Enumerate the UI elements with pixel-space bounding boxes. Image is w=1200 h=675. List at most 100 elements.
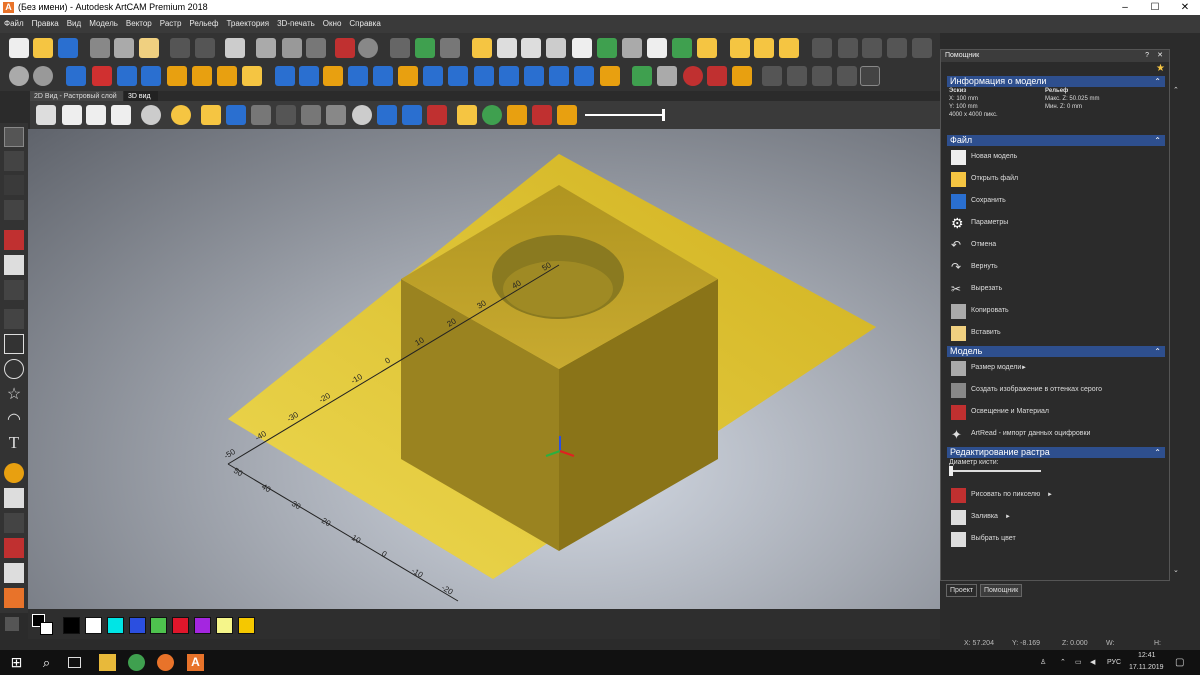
relief-view-icon[interactable] xyxy=(457,105,477,125)
fill-icon[interactable] xyxy=(390,38,410,58)
relief-tool-10-icon[interactable] xyxy=(348,66,368,86)
swatch-blue[interactable] xyxy=(129,617,146,634)
relief-tool-6-icon[interactable] xyxy=(242,66,262,86)
text-tool-icon[interactable]: T xyxy=(4,433,24,453)
eyedropper-icon[interactable] xyxy=(4,488,24,508)
panel-scrollbar[interactable]: ⌃ ⌄ xyxy=(1170,80,1182,576)
item-paste[interactable]: Вставить xyxy=(949,322,1169,344)
relief-merge-icon[interactable] xyxy=(697,38,717,58)
polyline-tool-icon[interactable] xyxy=(4,309,24,329)
brush-red-icon[interactable] xyxy=(4,538,24,558)
chrome-icon[interactable] xyxy=(128,654,145,671)
artread-icon[interactable] xyxy=(358,38,378,58)
view-top-icon[interactable] xyxy=(111,105,131,125)
grid-icon[interactable] xyxy=(306,38,326,58)
nodes-icon[interactable] xyxy=(730,38,750,58)
relief-tool-12-icon[interactable] xyxy=(398,66,418,86)
volume-icon[interactable]: ◀ xyxy=(1090,650,1095,675)
menu-vector[interactable]: Вектор xyxy=(122,15,156,33)
import-icon[interactable] xyxy=(440,38,460,58)
menu-edit[interactable]: Правка xyxy=(28,15,63,33)
menu-model[interactable]: Модель xyxy=(85,15,122,33)
relief-shape-icon[interactable] xyxy=(597,38,617,58)
grid-pattern-icon[interactable] xyxy=(657,66,677,86)
material-display-icon[interactable] xyxy=(276,105,296,125)
item-settings[interactable]: ⚙ Параметры xyxy=(949,212,1169,234)
transform-icon[interactable] xyxy=(546,38,566,58)
menu-window[interactable]: Окно xyxy=(319,15,346,33)
rectangle-tool-icon[interactable] xyxy=(4,334,24,354)
menu-raster[interactable]: Растр xyxy=(156,15,186,33)
item-undo[interactable]: ↶ Отмена xyxy=(949,234,1169,256)
menu-relief[interactable]: Рельеф xyxy=(185,15,222,33)
swatch-light-yellow[interactable] xyxy=(216,617,233,634)
view-iso-icon[interactable] xyxy=(36,105,56,125)
swatch-green[interactable] xyxy=(150,617,167,634)
curve-icon[interactable] xyxy=(779,38,799,58)
relief-tool-3-icon[interactable] xyxy=(141,66,161,86)
relief-tool-16-icon[interactable] xyxy=(499,66,519,86)
document-icon[interactable] xyxy=(225,38,245,58)
frame-icon[interactable] xyxy=(647,38,667,58)
undo-icon[interactable] xyxy=(170,38,190,58)
relief-tool-7-icon[interactable] xyxy=(275,66,295,86)
relief-tool-15-icon[interactable] xyxy=(474,66,494,86)
tab-helper[interactable]: Помощник xyxy=(980,584,1023,597)
save-icon[interactable] xyxy=(58,38,78,58)
clock-view-icon[interactable] xyxy=(352,105,372,125)
relief-tool-1-icon[interactable] xyxy=(66,66,86,86)
text-vector-icon[interactable] xyxy=(754,38,774,58)
relief-tool-8-icon[interactable] xyxy=(299,66,319,86)
swatch-yellow[interactable] xyxy=(238,617,255,634)
item-lighting[interactable]: Освещение и Материал xyxy=(949,401,1169,423)
paint-bucket-icon[interactable] xyxy=(4,255,24,275)
light-bulb-icon[interactable] xyxy=(171,105,191,125)
node-select-icon[interactable] xyxy=(4,151,24,171)
swatch-black[interactable] xyxy=(63,617,80,634)
drop-tool-icon[interactable] xyxy=(4,463,24,483)
view-front-icon[interactable] xyxy=(62,105,82,125)
shape-tool-icon[interactable] xyxy=(4,280,24,300)
smudge-tool-icon[interactable] xyxy=(4,588,24,608)
redo-icon[interactable] xyxy=(195,38,215,58)
open-folder-icon[interactable] xyxy=(33,38,53,58)
artcam-taskbar-icon[interactable]: A xyxy=(187,654,204,671)
item-copy[interactable]: Копировать xyxy=(949,300,1169,322)
menu-file[interactable]: Файл xyxy=(0,15,28,33)
brush-size-thumb[interactable] xyxy=(949,466,953,476)
wireframe-icon[interactable] xyxy=(326,105,346,125)
task-view-icon[interactable] xyxy=(68,657,81,668)
shell-icon[interactable] xyxy=(33,66,53,86)
star-tool-icon[interactable]: ☆ xyxy=(4,384,24,404)
brush-size-slider[interactable] xyxy=(949,466,1041,476)
maximize-button[interactable]: ☐ xyxy=(1140,0,1170,15)
rainbow-icon[interactable] xyxy=(557,105,577,125)
relief-tool-20-icon[interactable] xyxy=(600,66,620,86)
vector-select-icon[interactable] xyxy=(497,38,517,58)
pencil-icon[interactable] xyxy=(5,617,19,631)
section-raster-edit[interactable]: Редактирование растра ⌃ xyxy=(947,447,1165,458)
windows-start-icon[interactable]: ⊞ xyxy=(8,654,25,671)
item-fill[interactable]: Заливка ► xyxy=(949,506,1169,528)
arc-tool-icon[interactable]: ◠ xyxy=(4,409,24,429)
firefox-icon[interactable] xyxy=(157,654,174,671)
network-icon[interactable]: ▭ xyxy=(1075,650,1082,675)
scroll-down-icon[interactable]: ⌄ xyxy=(1173,566,1179,574)
swatch-red[interactable] xyxy=(172,617,189,634)
menu-3d-print[interactable]: 3D-печать xyxy=(273,15,319,33)
item-redo[interactable]: ↷ Вернуть xyxy=(949,256,1169,278)
file-explorer-icon[interactable] xyxy=(99,654,116,671)
brush-tool-icon[interactable] xyxy=(4,513,24,533)
axes-icon[interactable] xyxy=(226,105,246,125)
view-side-icon[interactable] xyxy=(86,105,106,125)
add-icon[interactable] xyxy=(632,66,652,86)
transform-tool-icon[interactable] xyxy=(4,175,24,195)
star-view-icon[interactable] xyxy=(377,105,397,125)
language-indicator[interactable]: РУС xyxy=(1107,650,1121,675)
bridge-icon[interactable] xyxy=(622,38,642,58)
item-save[interactable]: Сохранить xyxy=(949,190,1169,212)
clock-time[interactable]: 12:41 xyxy=(1138,650,1156,662)
layer-view-2-icon[interactable] xyxy=(427,105,447,125)
3d-viewport[interactable]: 50 40 30 20 10 0 -10 -20 -30 -40 -50 50 … xyxy=(28,129,940,609)
item-model-size[interactable]: Размер модели ► xyxy=(949,357,1169,379)
